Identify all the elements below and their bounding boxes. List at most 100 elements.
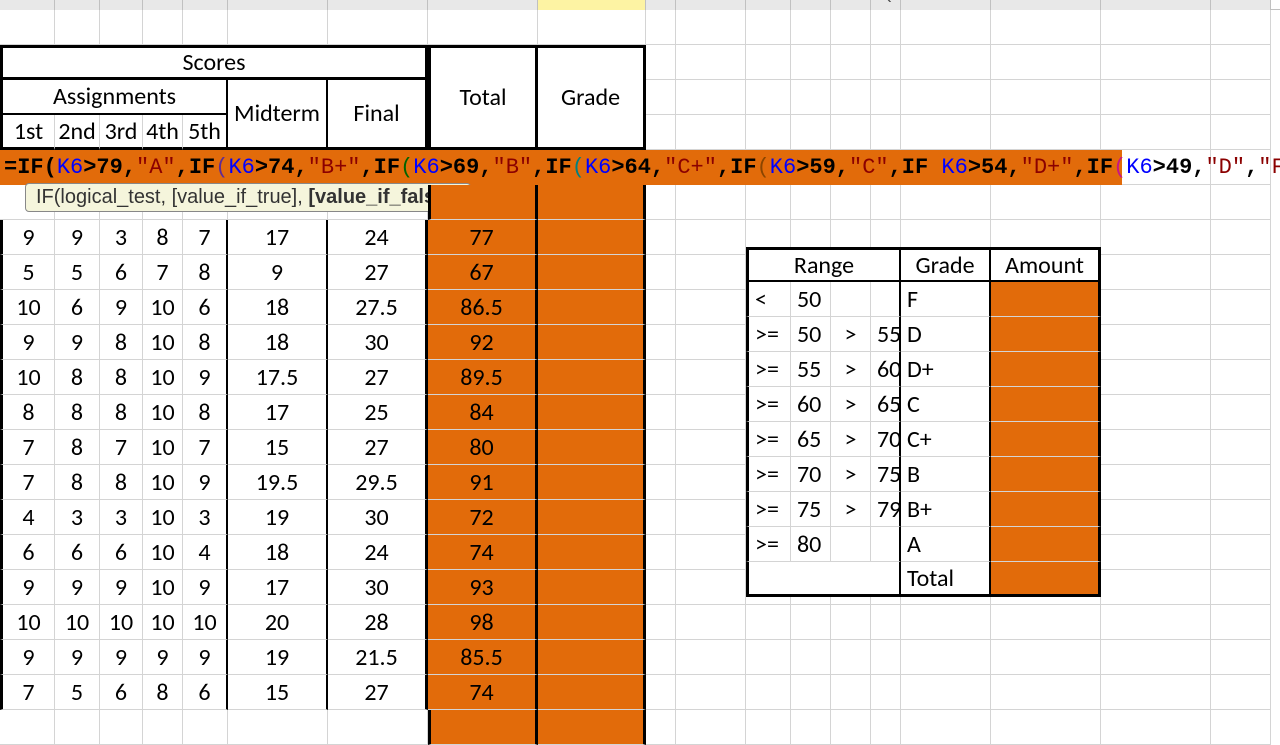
bg-cell[interactable] [871, 115, 901, 150]
bg-cell[interactable] [1101, 360, 1211, 395]
total-cell[interactable]: 98 [428, 605, 538, 640]
assign-cell[interactable]: 9 [183, 465, 228, 500]
grade-cell[interactable] [538, 430, 646, 465]
bg-cell[interactable] [1211, 220, 1271, 255]
lookup-hi[interactable]: 79 [871, 492, 901, 527]
bg-cell[interactable] [901, 605, 991, 640]
assign-cell[interactable]: 10 [143, 395, 183, 430]
assign-cell[interactable]: 6 [183, 675, 228, 710]
lookup-hi[interactable]: 55 [871, 317, 901, 352]
assign-cell[interactable]: 9 [0, 220, 55, 255]
assign-cell[interactable]: 10 [143, 325, 183, 360]
bg-cell[interactable] [676, 395, 746, 430]
midterm-cell[interactable]: 17 [228, 220, 328, 255]
total-cell[interactable]: 80 [428, 430, 538, 465]
lookup-lo[interactable]: 75 [791, 492, 831, 527]
assign-cell[interactable]: 8 [55, 360, 100, 395]
lookup-op2[interactable]: > [831, 422, 871, 457]
column-header-I[interactable]: I [228, 0, 328, 10]
bg-cell[interactable] [143, 10, 183, 45]
assign-cell[interactable]: 10 [143, 535, 183, 570]
bg-cell[interactable] [676, 220, 746, 255]
bg-cell[interactable] [1101, 115, 1211, 150]
bg-cell[interactable] [100, 10, 143, 45]
midterm-cell[interactable]: 17 [228, 395, 328, 430]
bg-cell[interactable] [1211, 395, 1271, 430]
lookup-op2[interactable]: > [831, 317, 871, 352]
assign-cell[interactable]: 9 [0, 325, 55, 360]
bg-cell[interactable] [1211, 255, 1271, 290]
midterm-cell[interactable]: 20 [228, 605, 328, 640]
assign-cell[interactable]: 8 [100, 325, 143, 360]
total-cell[interactable]: 67 [428, 255, 538, 290]
bg-cell[interactable] [328, 710, 428, 745]
bg-cell[interactable] [831, 10, 871, 45]
bg-cell[interactable] [791, 605, 831, 640]
assign-cell[interactable]: 9 [100, 570, 143, 605]
midterm-cell[interactable]: 17.5 [228, 360, 328, 395]
bg-cell[interactable] [100, 710, 143, 745]
assign-cell[interactable]: 9 [55, 220, 100, 255]
assign-cell[interactable]: 8 [100, 395, 143, 430]
final-cell[interactable]: 25 [328, 395, 428, 430]
bg-cell[interactable] [646, 220, 676, 255]
bg-cell[interactable] [676, 80, 746, 115]
bg-cell[interactable] [646, 430, 676, 465]
column-header-O[interactable]: O [791, 0, 831, 10]
lookup-amount[interactable] [991, 317, 1101, 352]
bg-cell[interactable] [646, 640, 676, 675]
bg-cell[interactable] [1101, 80, 1211, 115]
bg-cell[interactable] [1101, 535, 1211, 570]
column-headers[interactable]: DEFGHIJKLMNOPQRSTU [0, 0, 1280, 10]
lookup-amount[interactable] [991, 457, 1101, 492]
bg-cell[interactable] [901, 675, 991, 710]
assign-cell[interactable]: 9 [183, 360, 228, 395]
bg-cell[interactable] [991, 605, 1101, 640]
final-cell[interactable]: 29.5 [328, 465, 428, 500]
bg-cell[interactable] [791, 675, 831, 710]
bg-cell[interactable] [646, 115, 676, 150]
final-cell[interactable]: 21.5 [328, 640, 428, 675]
assign-cell[interactable]: 10 [143, 570, 183, 605]
bg-cell[interactable] [746, 640, 791, 675]
lookup-hi[interactable] [871, 282, 901, 317]
bg-cell[interactable] [646, 570, 676, 605]
lookup-amount[interactable] [991, 387, 1101, 422]
lookup-hi[interactable]: 70 [871, 422, 901, 457]
lookup-op1[interactable]: >= [746, 492, 791, 527]
bg-cell[interactable] [901, 45, 991, 80]
lookup-hi[interactable]: 75 [871, 457, 901, 492]
bg-cell[interactable] [991, 45, 1101, 80]
bg-cell[interactable] [1101, 255, 1211, 290]
total-cell[interactable]: 85.5 [428, 640, 538, 675]
total-cell[interactable]: 74 [428, 535, 538, 570]
midterm-cell[interactable]: 15 [228, 675, 328, 710]
lookup-lo[interactable]: 55 [791, 352, 831, 387]
bg-cell[interactable] [0, 10, 55, 45]
assign-cell[interactable]: 7 [143, 255, 183, 290]
assign-cell[interactable]: 8 [55, 465, 100, 500]
assign-cell[interactable]: 9 [143, 640, 183, 675]
assign-cell[interactable]: 10 [0, 290, 55, 325]
assign-cell[interactable]: 9 [100, 640, 143, 675]
bg-cell[interactable] [991, 115, 1101, 150]
lookup-lo[interactable]: 50 [791, 317, 831, 352]
total-cell[interactable]: 93 [428, 570, 538, 605]
bg-cell[interactable] [871, 605, 901, 640]
bg-cell[interactable] [676, 255, 746, 290]
bg-cell[interactable] [791, 640, 831, 675]
lookup-hi[interactable]: 60 [871, 352, 901, 387]
bg-cell[interactable] [538, 10, 646, 45]
lookup-op2[interactable]: > [831, 457, 871, 492]
bg-cell[interactable] [676, 465, 746, 500]
bg-cell[interactable] [1101, 10, 1211, 45]
total-cell[interactable]: 91 [428, 465, 538, 500]
midterm-cell[interactable]: 19 [228, 500, 328, 535]
bg-cell[interactable] [746, 605, 791, 640]
lookup-amount[interactable] [991, 527, 1101, 562]
final-cell[interactable]: 27 [328, 255, 428, 290]
lookup-lo[interactable]: 80 [791, 527, 831, 562]
assign-cell[interactable]: 10 [100, 605, 143, 640]
grade-cell[interactable] [538, 570, 646, 605]
bg-cell[interactable] [1101, 45, 1211, 80]
